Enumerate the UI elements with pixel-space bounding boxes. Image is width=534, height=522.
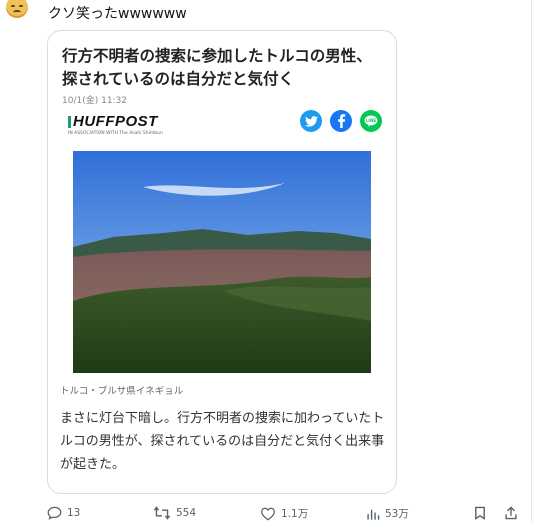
reply-button[interactable]: 13: [47, 506, 80, 520]
post-actions: 13 554 1.1万 53万: [0, 506, 534, 522]
twitter-icon[interactable]: [300, 110, 322, 132]
heart-icon: [260, 507, 276, 520]
bookmark-button[interactable]: [474, 506, 491, 520]
logo-subtext: IN ASSOCIATION WITH The Asahi Shimbun: [68, 131, 163, 136]
bookmark-icon: [475, 506, 485, 520]
like-button[interactable]: 1.1万: [260, 506, 308, 521]
landscape-photo: [73, 151, 371, 373]
like-count: 1.1万: [281, 508, 309, 520]
article-date: 10/1(金) 11:32: [62, 96, 128, 106]
share-icon: [505, 506, 517, 520]
article-body: まさに灯台下暗し。行方不明者の捜索に加わっていたトルコの男性が、探されているのは…: [60, 411, 385, 472]
view-count: 53万: [385, 508, 409, 520]
repost-count: 554: [176, 507, 197, 519]
repost-button[interactable]: 554: [153, 506, 196, 520]
reply-icon: [47, 506, 62, 520]
views-button[interactable]: 53万: [366, 506, 409, 521]
article-headline: 行方不明者の捜索に参加したトルコの男性、探されているのは自分だと気付く: [62, 47, 372, 88]
line-icon[interactable]: LINE: [360, 110, 382, 132]
logo-text: HUFFPOST: [73, 113, 158, 130]
huffpost-logo: HUFFPOST IN ASSOCIATION WITH The Asahi S…: [68, 113, 163, 136]
user-avatar[interactable]: [6, 0, 28, 18]
reply-count: 13: [67, 507, 81, 519]
photo-caption: トルコ・ブルサ県イネギョル: [60, 386, 184, 397]
share-button[interactable]: [504, 506, 523, 520]
repost-icon: [153, 506, 171, 520]
timeline-divider: [531, 0, 532, 522]
embedded-article-card[interactable]: 行方不明者の捜索に参加したトルコの男性、探されているのは自分だと気付く 10/1…: [47, 30, 397, 494]
svg-text:LINE: LINE: [366, 118, 377, 123]
post-text: クソ笑ったwwwwww: [48, 6, 187, 22]
views-icon: [367, 509, 380, 520]
facebook-icon[interactable]: [330, 110, 352, 132]
